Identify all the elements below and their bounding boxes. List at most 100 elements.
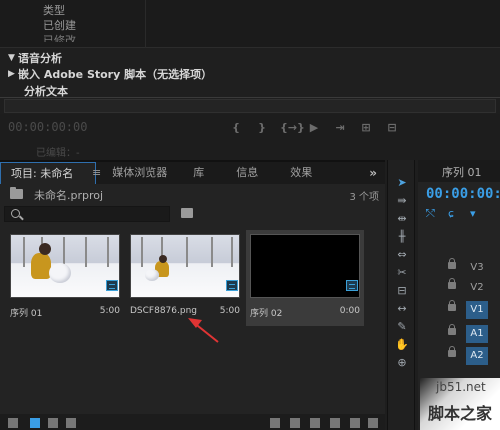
search-input[interactable]	[4, 206, 170, 222]
track-a1[interactable]: A1	[418, 324, 500, 344]
track-a2[interactable]: A2	[418, 346, 500, 366]
new-bin-icon[interactable]	[181, 208, 193, 218]
folder-icon	[10, 187, 23, 199]
watermark: jb51.net 脚本之家	[380, 378, 500, 430]
speech-analysis-header[interactable]: ▼ 语音分析	[8, 50, 62, 66]
lock-icon[interactable]	[448, 324, 456, 335]
project-header: 未命名.prproj 3 个项	[0, 184, 385, 204]
find-icon[interactable]	[310, 418, 320, 428]
watermark-brand: 脚本之家	[428, 404, 493, 423]
slide-tool-icon[interactable]: ↔	[394, 302, 410, 316]
clip-name: DSCF8876.png	[130, 306, 197, 316]
snap-icon[interactable]: ɕ	[448, 208, 462, 220]
clip-item[interactable]: DSCF8876.png 5:00	[126, 230, 244, 326]
clip-item-selected[interactable]: 序列 02 0:00	[246, 230, 364, 326]
list-view-icon[interactable]	[30, 418, 40, 428]
metadata-row-type: 类型	[43, 4, 65, 17]
clip-name: 序列 02	[250, 309, 283, 319]
clip-item[interactable]: 序列 01 5:00	[6, 230, 124, 326]
lock-icon[interactable]	[448, 346, 456, 357]
track-label[interactable]: A2	[466, 347, 488, 365]
track-v1[interactable]: V1	[418, 300, 500, 320]
metadata-divider	[145, 0, 146, 48]
sequence-badge-icon	[106, 280, 118, 291]
pen-tool-icon[interactable]: ✎	[394, 320, 410, 334]
go-to-in-button[interactable]: {→}	[280, 120, 305, 136]
sequence-badge-icon	[346, 280, 358, 291]
ripple-edit-tool-icon[interactable]: ⇹	[394, 212, 410, 226]
new-item-icon[interactable]	[350, 418, 360, 428]
metadata-panel: 类型 已创建 已修改	[0, 0, 500, 48]
selection-tool-icon[interactable]: ➤	[394, 176, 410, 190]
speech-divider	[0, 97, 500, 98]
insert-button[interactable]: ⇥	[332, 120, 348, 136]
nest-icon[interactable]: ⤲	[426, 208, 440, 220]
tab-effects[interactable]: 效果	[280, 162, 322, 184]
timeline-timecode[interactable]: 00:00:00:0	[426, 186, 500, 202]
lock-icon[interactable]	[448, 278, 456, 289]
track-v3[interactable]: V3	[418, 258, 500, 278]
track-label[interactable]: V1	[466, 301, 488, 319]
track-v2[interactable]: V2	[418, 278, 500, 298]
source-timecode[interactable]: 00:00:00:00	[8, 120, 87, 134]
analysis-text-field[interactable]	[4, 99, 496, 113]
project-tabbar: 项目: 未命名 媒体浏览器 库 信息 效果 ≡ »	[0, 162, 385, 184]
rate-stretch-tool-icon[interactable]: ⇔	[394, 248, 410, 262]
clip-duration: 5:00	[219, 306, 240, 316]
clip-thumbnail	[10, 234, 120, 298]
mark-out-button[interactable]: }	[254, 120, 270, 136]
track-label[interactable]: V3	[466, 259, 488, 277]
watermark-url: jb51.net	[436, 380, 486, 394]
tab-overflow-icon[interactable]: »	[369, 162, 377, 184]
lock-icon[interactable]	[8, 418, 18, 428]
search-row	[0, 204, 385, 224]
tab-sequence[interactable]: 序列 01	[418, 160, 500, 182]
track-label[interactable]: A1	[466, 325, 488, 343]
tab-media-browser[interactable]: 媒体浏览器	[102, 162, 177, 184]
export-frame-button[interactable]: ⊟	[384, 120, 400, 136]
mark-in-button[interactable]: {	[228, 120, 244, 136]
search-icon	[11, 209, 20, 218]
clear-icon[interactable]	[368, 418, 378, 428]
overwrite-button[interactable]: ⊞	[358, 120, 374, 136]
play-button[interactable]: ▶	[306, 120, 322, 136]
linked-selection-icon[interactable]: ▾	[470, 208, 484, 220]
collapse-triangle-icon[interactable]: ▼	[8, 53, 18, 63]
image-badge-icon	[226, 280, 238, 291]
selected-status: 已编辑：-	[36, 148, 80, 159]
tab-info[interactable]: 信息	[226, 162, 268, 184]
expand-triangle-icon[interactable]: ▶	[8, 69, 18, 79]
slip-tool-icon[interactable]: ⊟	[394, 284, 410, 298]
tab-project[interactable]: 项目: 未命名	[0, 162, 97, 184]
icon-view-icon[interactable]	[48, 418, 58, 428]
source-transport: 00:00:00:00 { } {→} ▶ ⇥ ⊞ ⊟ 已编辑：-	[0, 114, 500, 160]
panel-menu-icon[interactable]: ≡	[92, 162, 104, 184]
zoom-slider-icon[interactable]	[66, 418, 76, 428]
zoom-tool-icon[interactable]: ⊕	[394, 356, 410, 370]
speech-analysis-title: 语音分析	[18, 52, 62, 65]
lock-icon[interactable]	[448, 258, 456, 269]
project-name: 未命名.prproj	[34, 189, 104, 202]
project-panel: 项目: 未命名 媒体浏览器 库 信息 效果 ≡ » 未命名.prproj 3 个…	[0, 160, 385, 430]
track-label[interactable]: V2	[466, 279, 488, 297]
hand-tool-icon[interactable]: ✋	[394, 338, 410, 352]
automate-icon[interactable]	[290, 418, 300, 428]
project-footer	[0, 414, 385, 430]
metadata-row-modified: 已修改	[43, 34, 76, 42]
tab-library[interactable]: 库	[183, 162, 214, 184]
new-bin-button-icon[interactable]	[330, 418, 340, 428]
item-count: 3 个项	[349, 192, 379, 203]
clip-name: 序列 01	[10, 309, 43, 319]
clip-thumbnail	[130, 234, 240, 298]
snow-scene-image	[131, 235, 239, 297]
razor-tool-icon[interactable]: ✂	[394, 266, 410, 280]
clip-duration: 0:00	[339, 306, 360, 316]
tab-project-label: 项目: 未命名	[11, 167, 74, 180]
lock-icon[interactable]	[448, 300, 456, 311]
track-select-tool-icon[interactable]: ⇛	[394, 194, 410, 208]
sort-icon[interactable]	[270, 418, 280, 428]
speech-analysis-panel: ▼ 语音分析 ▶ 嵌入 Adobe Story 脚本（无选择项） 分析文本	[0, 48, 500, 100]
embed-story-row[interactable]: ▶ 嵌入 Adobe Story 脚本（无选择项）	[8, 66, 212, 82]
rolling-edit-tool-icon[interactable]: ╫	[394, 230, 410, 244]
black-thumbnail	[250, 234, 360, 298]
